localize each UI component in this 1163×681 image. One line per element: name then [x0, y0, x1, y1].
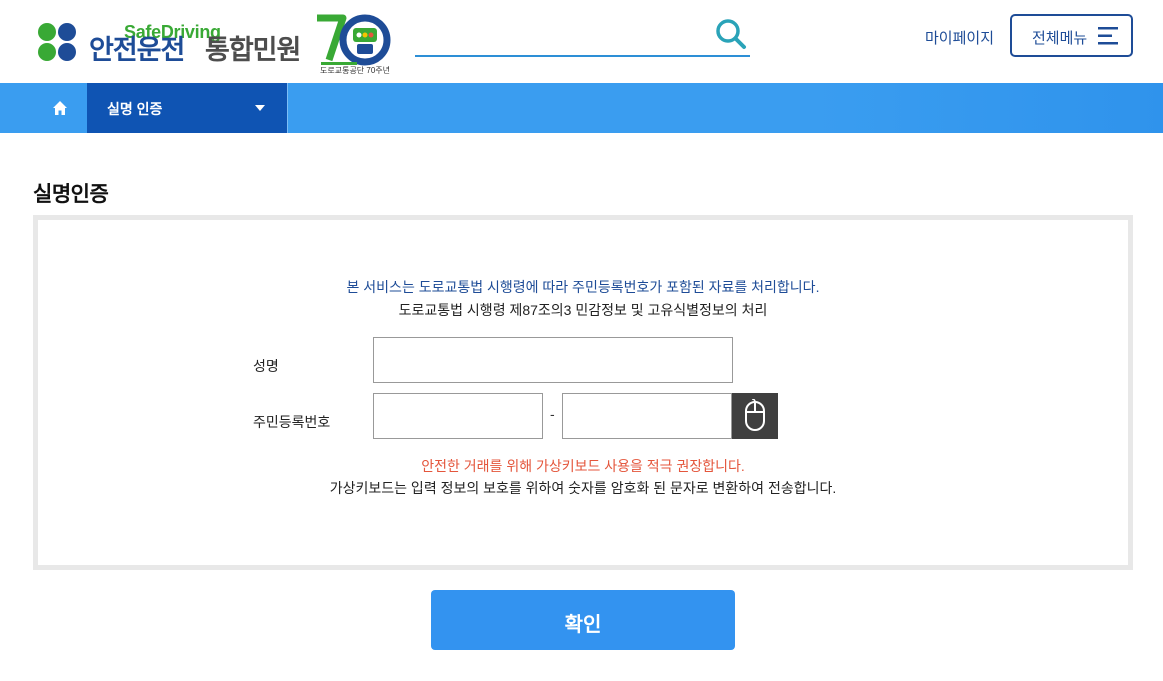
rrn-separator: - [550, 406, 555, 422]
virtual-keyboard-button[interactable] [732, 393, 778, 439]
anniversary-caption: 도로교통공단 70주년 [320, 66, 391, 75]
home-icon [53, 101, 67, 115]
location-bar: 실명 인증 [0, 83, 1163, 133]
all-menu-button[interactable]: 전체메뉴 [1010, 14, 1133, 57]
current-page-label: 실명 인증 [107, 101, 163, 117]
current-page-dropdown[interactable]: 실명 인증 [87, 83, 287, 133]
chevron-down-icon [255, 105, 265, 111]
logo-main-text: 안전운전 [89, 35, 185, 65]
search-bar [415, 14, 750, 57]
rrn-label: 주민등록번호 [253, 414, 331, 430]
confirm-label: 확인 [564, 614, 602, 636]
search-button[interactable] [714, 17, 748, 51]
clover-logo-icon [38, 23, 76, 61]
all-menu-label: 전체메뉴 [1032, 30, 1088, 47]
legal-reference: 도로교통법 시행령 제87조의3 민감정보 및 고유식별정보의 처리 [398, 302, 768, 318]
home-button[interactable] [33, 83, 87, 133]
rrn-back-input[interactable] [562, 393, 732, 439]
legal-notice: 본 서비스는 도로교통법 시행령에 따라 주민등록번호가 포함된 자료를 처리합… [346, 279, 820, 295]
name-input[interactable] [373, 337, 733, 383]
virtual-keyboard-warning: 안전한 거래를 위해 가상키보드 사용을 적극 권장합니다. [421, 458, 745, 474]
header: SafeDriving 안전운전 통합민원 도로교통공단 70주년 마이페이지 … [0, 0, 1163, 83]
search-icon [716, 19, 746, 49]
mouse-icon [745, 399, 765, 431]
identity-verification-panel: 본 서비스는 도로교통법 시행령에 따라 주민등록번호가 포함된 자료를 처리합… [33, 215, 1133, 570]
rrn-front-input[interactable] [373, 393, 543, 439]
confirm-button[interactable]: 확인 [431, 590, 735, 650]
menu-icon [1098, 27, 1118, 45]
name-label: 성명 [253, 358, 279, 374]
search-input[interactable] [415, 18, 705, 52]
nav-divider [287, 83, 288, 133]
mypage-link[interactable]: 마이페이지 [925, 27, 994, 48]
site-logo[interactable]: SafeDriving 안전운전 통합민원 도로교통공단 70주년 [33, 12, 393, 76]
logo-sub-text: 통합민원 [205, 35, 301, 65]
virtual-keyboard-info: 가상키보드는 입력 정보의 보호를 위하여 숫자를 암호화 된 문자로 변환하여… [329, 480, 837, 496]
page-title: 실명인증 [33, 183, 109, 206]
